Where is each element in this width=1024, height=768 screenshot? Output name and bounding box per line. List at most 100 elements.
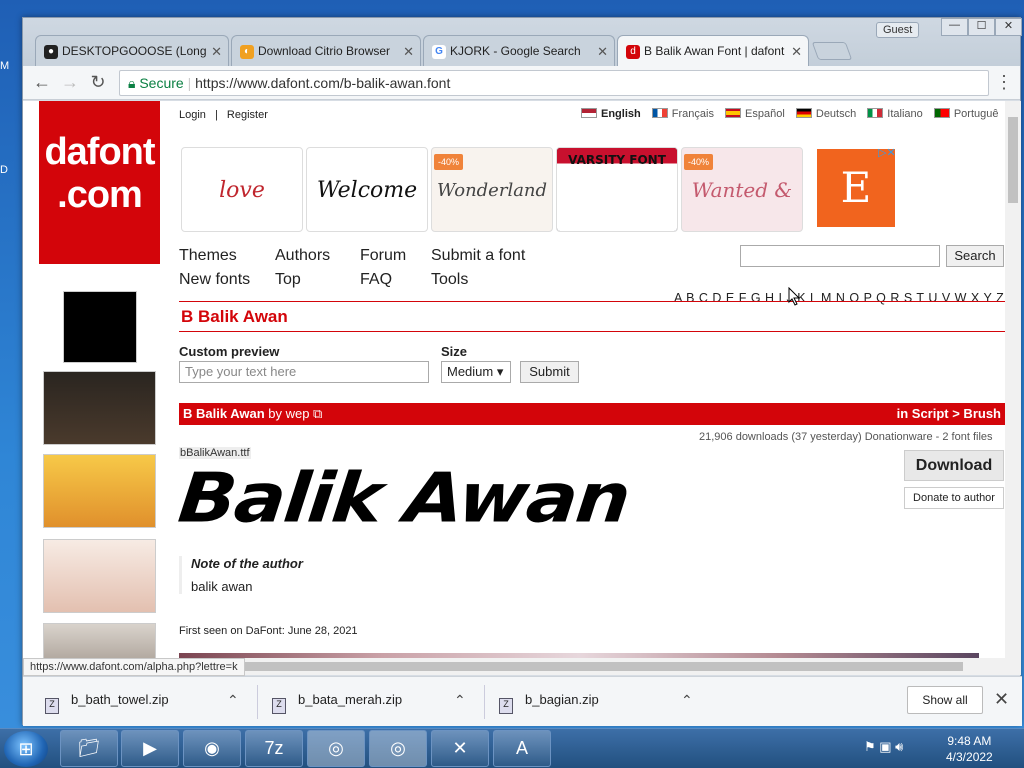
excel-taskbar-icon[interactable]: ✕: [431, 730, 489, 767]
custom-preview-label: Custom preview: [179, 344, 280, 359]
browser-menu-icon[interactable]: ⋮: [995, 72, 1013, 93]
nav-tools[interactable]: Tools: [431, 271, 468, 289]
ad-text: Welcome: [316, 178, 418, 203]
nav-forum[interactable]: Forum: [360, 247, 406, 265]
google-icon: G: [432, 45, 446, 59]
lang-portuguese[interactable]: Portuguê: [954, 108, 999, 120]
tab-dafont[interactable]: d B Balik Awan Font | dafont ✕: [617, 35, 809, 67]
preview-submit-button[interactable]: Submit: [520, 361, 579, 383]
tab-close-icon[interactable]: ✕: [211, 44, 222, 60]
ad-item[interactable]: VARSITY FONT: [556, 147, 678, 232]
custom-preview-input[interactable]: Type your text here: [179, 361, 429, 383]
tab-google-search[interactable]: G KJORK - Google Search ✕: [423, 35, 615, 66]
lang-italian[interactable]: Italiano: [887, 108, 922, 120]
system-tray[interactable]: ⚑ ▣ 🔊︎: [864, 739, 903, 755]
nav-faq[interactable]: FAQ: [360, 271, 392, 289]
show-all-downloads-button[interactable]: Show all: [907, 686, 983, 714]
page-content: dafont .com Login | Register English Fra…: [23, 101, 1005, 675]
download-item[interactable]: Zb_bagian.zip ⌃: [499, 692, 693, 714]
tab-desktopgoose[interactable]: ● DESKTOPGOOOSE (Long ✕: [35, 35, 229, 66]
font-app-taskbar-icon[interactable]: A: [493, 730, 551, 767]
ad-item[interactable]: Wanted & Wild-40%: [681, 147, 803, 232]
media-player-taskbar-icon[interactable]: ▶: [121, 730, 179, 767]
download-button[interactable]: Download: [904, 450, 1004, 481]
reload-button[interactable]: ↻: [87, 72, 109, 94]
clock[interactable]: 9:48 AM 4/3/2022: [946, 733, 993, 765]
login-link[interactable]: Login: [179, 109, 206, 121]
logo-line2: .com: [57, 174, 143, 216]
dafont-logo[interactable]: dafont .com: [39, 101, 160, 264]
address-bar[interactable]: 🔒︎ Secure | https://www.dafont.com/b-bal…: [119, 70, 989, 96]
tab-close-icon[interactable]: ✕: [791, 44, 802, 60]
author-link[interactable]: by wep ⧉: [265, 406, 322, 421]
zip-file-icon: Z: [499, 698, 513, 714]
de-flag-icon: [795, 108, 812, 118]
chrome-taskbar-icon[interactable]: ◉: [183, 730, 241, 767]
clock-date: 4/3/2022: [946, 750, 993, 764]
sidebar-ad-thumb[interactable]: [63, 291, 137, 363]
close-window-button[interactable]: ✕: [995, 18, 1022, 36]
minimize-button[interactable]: —: [941, 18, 968, 36]
nav-submit-font[interactable]: Submit a font: [431, 247, 525, 265]
nav-themes[interactable]: Themes: [179, 247, 237, 265]
author-note: Note of the author balik awan: [179, 556, 303, 594]
scroll-thumb[interactable]: [1008, 117, 1018, 203]
back-button[interactable]: ←: [31, 72, 53, 94]
chevron-up-icon[interactable]: ⌃: [227, 692, 239, 709]
url-text: https://www.dafont.com/b-balik-awan.font: [195, 75, 451, 91]
dafont-icon: d: [626, 45, 640, 59]
maximize-button[interactable]: ☐: [968, 18, 995, 36]
download-item[interactable]: Zb_bata_merah.zip ⌃: [272, 692, 466, 714]
divider: [484, 685, 485, 719]
divider: [179, 301, 1005, 302]
guest-profile-button[interactable]: Guest: [876, 22, 920, 38]
new-tab-button[interactable]: [811, 42, 853, 60]
font-name-link[interactable]: B Balik Awan: [183, 406, 265, 421]
desktop-icon-label[interactable]: D: [0, 164, 12, 176]
nav-new-fonts[interactable]: New fonts: [179, 271, 250, 289]
close-download-shelf-icon[interactable]: ✕: [994, 689, 1009, 710]
site-search-button[interactable]: Search: [946, 245, 1004, 267]
mouse-cursor: [787, 286, 801, 306]
size-select[interactable]: Medium ▾: [441, 361, 511, 383]
download-filename: b_bagian.zip: [525, 692, 599, 707]
nav-authors[interactable]: Authors: [275, 247, 330, 265]
sidebar-ad-thumb[interactable]: [43, 539, 156, 613]
ad-item[interactable]: Welcome: [306, 147, 428, 232]
download-filename: b_bath_towel.zip: [71, 692, 169, 707]
desktop-icon-label[interactable]: M: [0, 60, 12, 72]
lang-french[interactable]: Français: [672, 108, 714, 120]
explorer-taskbar-icon[interactable]: 📁︎: [60, 730, 118, 767]
lang-spanish[interactable]: Español: [745, 108, 785, 120]
first-seen: First seen on DaFont: June 28, 2021: [179, 625, 358, 637]
chevron-up-icon[interactable]: ⌃: [681, 692, 693, 709]
tab-close-icon[interactable]: ✕: [403, 44, 414, 60]
ad-item[interactable]: Wonderland -40%: [431, 147, 553, 232]
ad-item[interactable]: love: [181, 147, 303, 232]
alphabet-index[interactable]: A B C D E F G H I J K L M N O P Q R S T …: [674, 291, 1005, 305]
7zip-taskbar-icon[interactable]: 7z: [245, 730, 303, 767]
lang-english[interactable]: English: [601, 108, 641, 120]
tab-close-icon[interactable]: ✕: [597, 44, 608, 60]
register-link[interactable]: Register: [227, 109, 268, 121]
sidebar-ad-thumb[interactable]: [43, 371, 156, 445]
site-search-input[interactable]: [740, 245, 940, 267]
adchoices-icon[interactable]: ▷✕: [878, 146, 896, 159]
chromium-taskbar-icon[interactable]: ◎: [369, 730, 427, 767]
download-item[interactable]: Zb_bath_towel.zip ⌃: [45, 692, 239, 714]
etsy-ad-logo[interactable]: E: [817, 149, 895, 227]
nav-top[interactable]: Top: [275, 271, 301, 289]
lang-german[interactable]: Deutsch: [816, 108, 856, 120]
title-bar: Guest — ☐ ✕ ● DESKTOPGOOOSE (Long ✕ ◐ Do…: [23, 18, 1022, 67]
note-title: Note of the author: [191, 556, 303, 571]
category-link[interactable]: in Script > Brush: [897, 403, 1001, 425]
forward-button[interactable]: →: [59, 72, 81, 94]
tab-citrio[interactable]: ◐ Download Citrio Browser ✕: [231, 35, 421, 66]
vertical-scrollbar[interactable]: [1005, 101, 1021, 675]
chromium-taskbar-icon[interactable]: ◎: [307, 730, 365, 767]
start-button[interactable]: ⊞: [4, 731, 48, 767]
donate-button[interactable]: Donate to author: [904, 487, 1004, 509]
sidebar-ad-thumb[interactable]: [43, 454, 156, 528]
chevron-up-icon[interactable]: ⌃: [454, 692, 466, 709]
font-sample: Balik Awan: [174, 457, 633, 538]
